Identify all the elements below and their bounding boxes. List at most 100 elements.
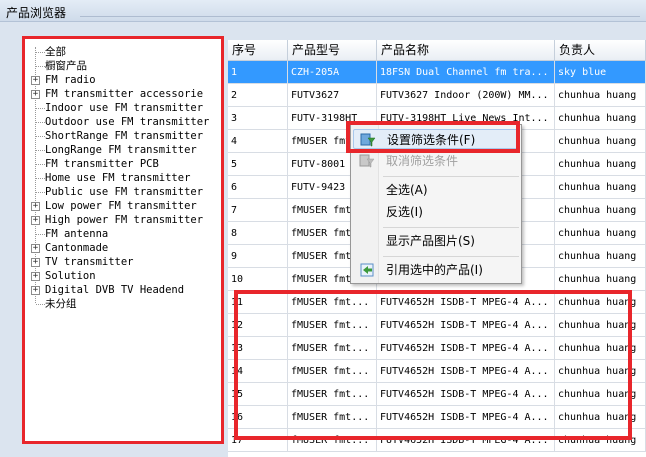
column-header-model[interactable]: 产品型号 <box>288 40 377 61</box>
table-row[interactable]: 17 fMUSER fmt... FUTV4652H ISDB-T MPEG-4 A… <box>228 429 646 452</box>
cell-name: FUTV4652H ISDB-T MPEG-4 A... <box>377 337 555 360</box>
tree-item[interactable]: Indoor use FM transmitter <box>25 101 219 115</box>
cell-index: 11 <box>228 291 288 314</box>
tree-item[interactable]: + FM transmitter accessorie <box>25 87 219 101</box>
column-header-index[interactable]: 序号 <box>228 40 288 61</box>
cell-owner: chunhua huang <box>555 130 646 153</box>
tree-connector <box>36 192 45 193</box>
tree-item[interactable]: 未分组 <box>25 297 219 311</box>
tree-item-label: ShortRange FM transmitter <box>45 130 204 142</box>
cell-owner: chunhua huang <box>555 406 646 429</box>
table-row[interactable]: 16 fMUSER fmt... FUTV4652H ISDB-T MPEG-4 A… <box>228 406 646 429</box>
cell-name: FUTV4652H ISDB-T MPEG-4 A... <box>377 360 555 383</box>
tree-connector <box>36 52 45 53</box>
cell-index: 6 <box>228 176 288 199</box>
table-row[interactable]: 1 CZH-205A 18FSN Dual Channel fm tra... sky… <box>228 61 646 84</box>
filter-clear-icon <box>359 153 375 169</box>
cell-owner: chunhua huang <box>555 291 646 314</box>
menu-item-set-filter[interactable]: 设置筛选条件(F) <box>353 129 519 149</box>
cell-index: 10 <box>228 268 288 291</box>
menu-item-select-all[interactable]: 全选(A) <box>353 180 519 200</box>
table-row[interactable]: 12 fMUSER fmt... FUTV4652H ISDB-T MPEG-4 A… <box>228 314 646 337</box>
tree-item[interactable]: LongRange FM transmitter <box>25 143 219 157</box>
tree-item[interactable]: Public use FM transmitter <box>25 185 219 199</box>
tree-item[interactable]: FM antenna <box>25 227 219 241</box>
tree-item[interactable]: 全部 <box>25 45 219 59</box>
tree-item[interactable]: + Low power FM transmitter <box>25 199 219 213</box>
tree-item[interactable]: + TV transmitter <box>25 255 219 269</box>
menu-separator <box>383 176 519 177</box>
menu-item-show-images[interactable]: 显示产品图片(S) <box>353 231 519 251</box>
tree-item-label: Public use FM transmitter <box>45 186 204 198</box>
tree-item-label: FM transmitter PCB <box>45 158 159 170</box>
filter-icon <box>360 132 376 148</box>
cell-model: CZH-205A <box>288 61 377 84</box>
table-row[interactable]: 13 fMUSER fmt... FUTV4652H ISDB-T MPEG-4 A… <box>228 337 646 360</box>
tree-item-label: LongRange FM transmitter <box>45 144 197 156</box>
table-row[interactable]: 15 fMUSER fmt... FUTV4652H ISDB-T MPEG-4 A… <box>228 383 646 406</box>
insert-icon <box>359 262 375 278</box>
cell-owner: chunhua huang <box>555 268 646 291</box>
tree-item[interactable]: Home use FM transmitter <box>25 171 219 185</box>
tree-item[interactable]: ShortRange FM transmitter <box>25 129 219 143</box>
cell-name: FUTV4652H ISDB-T MPEG-4 A... <box>377 291 555 314</box>
expand-toggle-icon[interactable]: + <box>31 244 40 253</box>
cell-index: 9 <box>228 245 288 268</box>
grid-header: 序号 产品型号 产品名称 负责人 <box>228 40 646 61</box>
cell-model: fMUSER fmt... <box>288 383 377 406</box>
tree-item[interactable]: + High power FM transmitter <box>25 213 219 227</box>
menu-item-invert-selection[interactable]: 反选(I) <box>353 202 519 222</box>
menu-item-reference-selected[interactable]: 引用选中的产品(I) <box>353 260 519 280</box>
tree-item[interactable]: Outdoor use FM transmitter <box>25 115 219 129</box>
cell-owner: chunhua huang <box>555 176 646 199</box>
cell-model: fMUSER fmt... <box>288 360 377 383</box>
cell-owner: chunhua huang <box>555 222 646 245</box>
context-menu: 设置筛选条件(F) 取消筛选条件 全选(A) 反选(I) 显示产品图片(S) 引用选中的产… <box>350 124 522 284</box>
cell-model: fMUSER fmt... <box>288 406 377 429</box>
tree-item[interactable]: FM transmitter PCB <box>25 157 219 171</box>
expand-toggle-icon[interactable]: + <box>31 202 40 211</box>
tree-item-label: Digital DVB TV Headend <box>45 284 185 296</box>
cell-name: FUTV4652H ISDB-T MPEG-4 A... <box>377 429 555 452</box>
tree-item-label: Outdoor use FM transmitter <box>45 116 210 128</box>
tree-connector <box>36 66 45 67</box>
menu-item-clear-filter: 取消筛选条件 <box>353 151 519 171</box>
tree-item-label: FM antenna <box>45 228 109 240</box>
tree-item-label: Low power FM transmitter <box>45 200 197 212</box>
expand-toggle-icon[interactable]: + <box>31 90 40 99</box>
cell-index: 3 <box>228 107 288 130</box>
tree-item[interactable]: + Solution <box>25 269 219 283</box>
cell-owner: sky blue <box>555 61 646 84</box>
tree-item[interactable]: + Digital DVB TV Headend <box>25 283 219 297</box>
expand-toggle-icon[interactable]: + <box>31 216 40 225</box>
expand-toggle-icon[interactable]: + <box>31 258 40 267</box>
tree-item-label: 未分组 <box>45 298 77 310</box>
tree-item-label: Solution <box>45 270 96 282</box>
cell-index: 7 <box>228 199 288 222</box>
tree-item[interactable]: + Cantonmade <box>25 241 219 255</box>
cell-owner: chunhua huang <box>555 107 646 130</box>
cell-index: 15 <box>228 383 288 406</box>
table-row[interactable]: 14 fMUSER fmt... FUTV4652H ISDB-T MPEG-4 A… <box>228 360 646 383</box>
expand-toggle-icon[interactable]: + <box>31 76 40 85</box>
table-row[interactable]: 11 fMUSER fmt... FUTV4652H ISDB-T MPEG-4 A… <box>228 291 646 314</box>
table-row[interactable]: 2 FUTV3627 FUTV3627 Indoor (200W) MM... chu… <box>228 84 646 107</box>
expand-toggle-icon[interactable]: + <box>31 272 40 281</box>
tree-item-label: 橱窗产品 <box>45 60 87 72</box>
tree-item[interactable]: 橱窗产品 <box>25 59 219 73</box>
category-tree[interactable]: 全部 橱窗产品 + FM radio + FM transmitter accessori… <box>22 36 224 444</box>
cell-name: 18FSN Dual Channel fm tra... <box>377 61 555 84</box>
menu-item-label: 设置筛选条件(F) <box>387 133 476 147</box>
cell-model: FUTV3627 <box>288 84 377 107</box>
cell-index: 2 <box>228 84 288 107</box>
tree-connector <box>36 304 45 305</box>
expand-toggle-icon[interactable]: + <box>31 286 40 295</box>
tree-item-label: Home use FM transmitter <box>45 172 191 184</box>
tree-item-label: Cantonmade <box>45 242 109 254</box>
tree-item[interactable]: + FM radio <box>25 73 219 87</box>
tree-item-label: Indoor use FM transmitter <box>45 102 204 114</box>
column-header-owner[interactable]: 负责人 <box>555 40 646 61</box>
cell-name: FUTV4652H ISDB-T MPEG-4 A... <box>377 383 555 406</box>
column-header-name[interactable]: 产品名称 <box>377 40 555 61</box>
cell-model: fMUSER fmt... <box>288 314 377 337</box>
